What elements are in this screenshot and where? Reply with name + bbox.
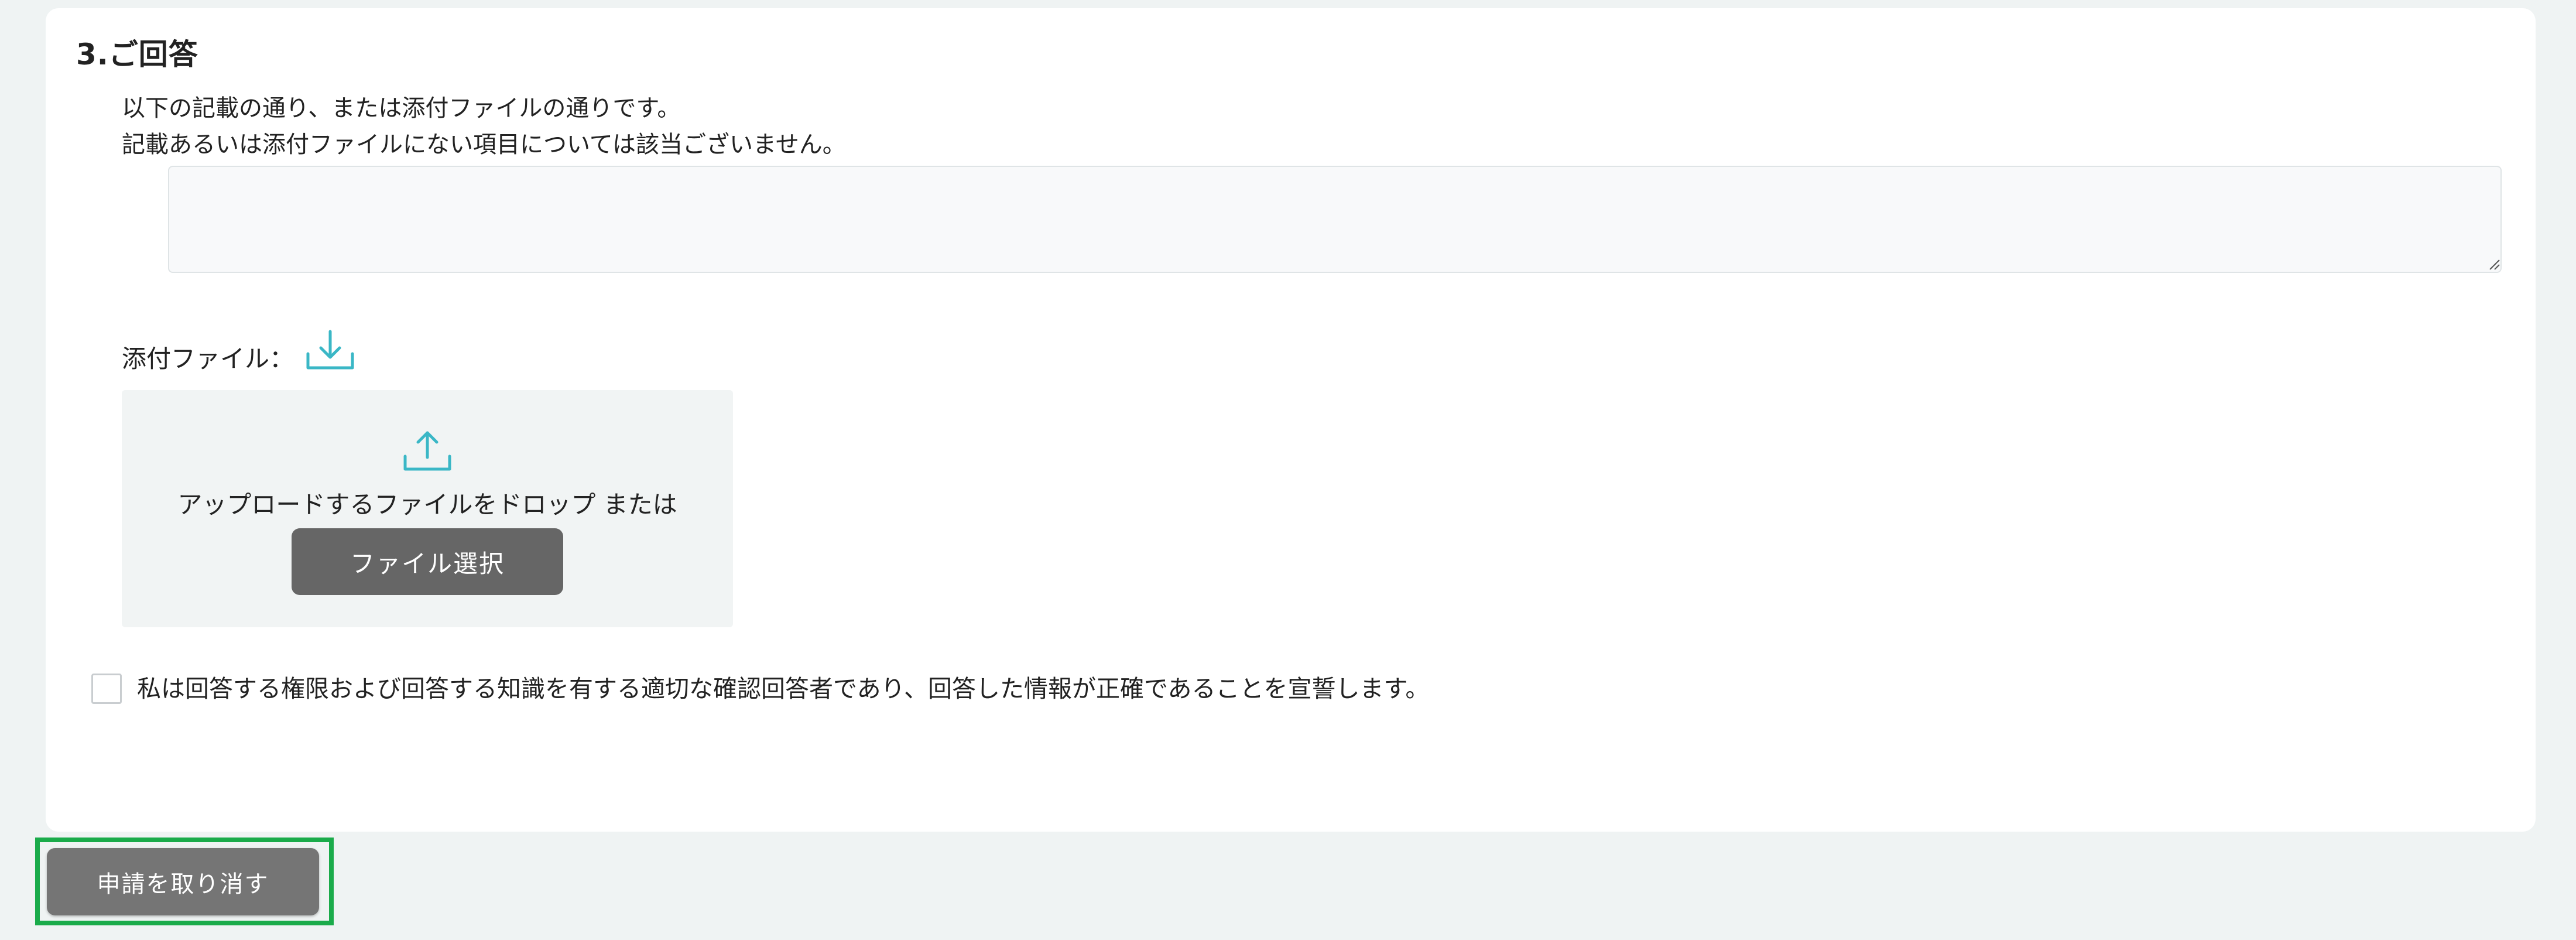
cancel-application-button[interactable]: 申請を取り消す — [47, 848, 319, 915]
file-select-button[interactable]: ファイル選択 — [292, 528, 563, 595]
section-title: 3.ご回答 — [76, 37, 198, 71]
declaration-checkbox[interactable] — [91, 674, 122, 704]
download-icon[interactable] — [304, 328, 356, 372]
answer-textarea[interactable] — [168, 166, 2502, 273]
declaration-text: 私は回答する権限および回答する知識を有する適切な確認回答者であり、回答した情報が… — [137, 675, 1430, 703]
dropzone-text: アップロードするファイルをドロップ または — [177, 490, 677, 519]
description-line-2: 記載あるいは添付ファイルにない項目については該当ございません。 — [122, 131, 846, 158]
description-line-1: 以下の記載の通り、または添付ファイルの通りです。 — [122, 95, 681, 122]
attachment-label: 添付ファイル： — [122, 344, 294, 373]
resize-grip-icon[interactable] — [2488, 258, 2500, 271]
upload-icon — [403, 431, 451, 471]
file-dropzone[interactable]: アップロードするファイルをドロップ または ファイル選択 — [122, 390, 733, 627]
